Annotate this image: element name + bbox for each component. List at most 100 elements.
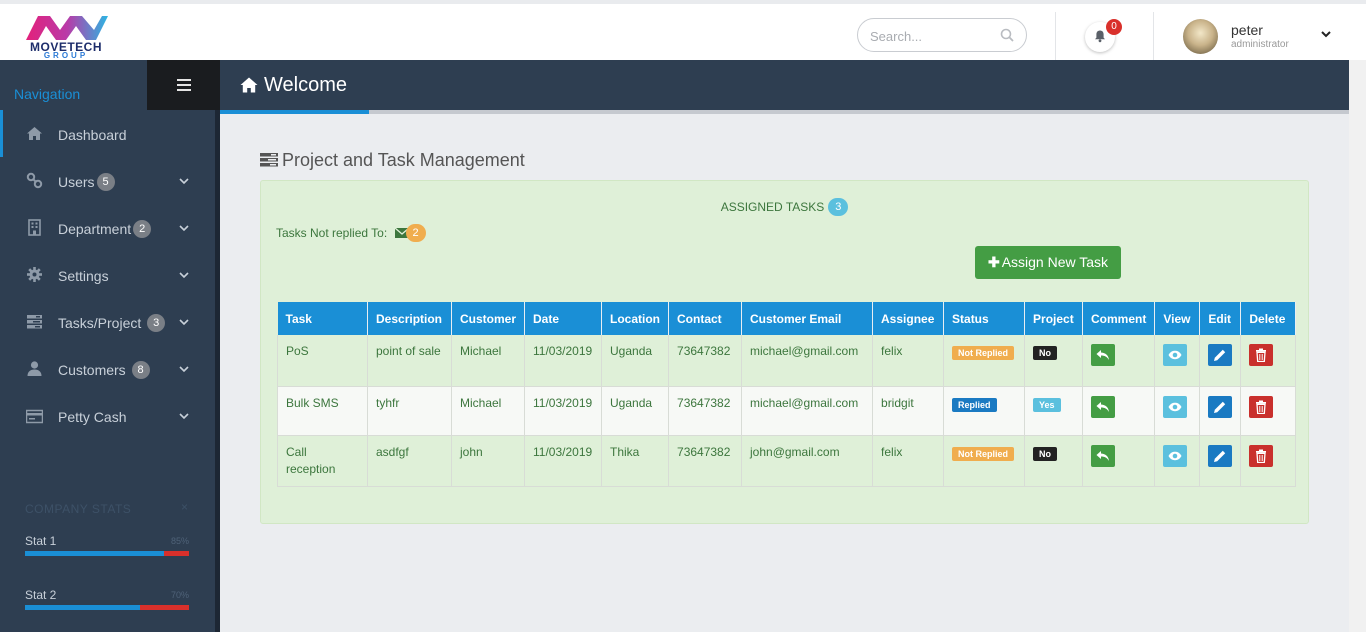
chevron-down-icon[interactable] bbox=[1320, 28, 1332, 40]
top-header: MOVETECH GROUP 0 peter administrator bbox=[0, 0, 1366, 60]
sidebar-item-label: Settings bbox=[58, 268, 109, 284]
sidebar-item-label: Department 2 bbox=[58, 220, 152, 239]
view-button[interactable] bbox=[1163, 395, 1188, 418]
tasks-panel: ASSIGNED TASKS 3 Tasks Not replied To: 2 … bbox=[260, 180, 1309, 524]
edit-button[interactable] bbox=[1208, 395, 1233, 418]
sidebar-item-tasks-project[interactable]: Tasks/Project 3 bbox=[0, 298, 215, 345]
view-button[interactable] bbox=[1163, 344, 1188, 366]
search-icon[interactable] bbox=[1000, 28, 1014, 42]
eye-icon bbox=[1168, 451, 1182, 460]
assign-new-task-button[interactable]: ✚ Assign New Task bbox=[975, 246, 1121, 279]
user-role: administrator bbox=[1231, 39, 1289, 50]
delete-button[interactable] bbox=[1249, 344, 1274, 366]
cell-project: No bbox=[1024, 335, 1084, 387]
column-header[interactable]: Comment bbox=[1082, 302, 1156, 335]
notification-count-badge: 0 bbox=[1106, 19, 1122, 35]
delete-button[interactable] bbox=[1249, 444, 1274, 467]
cell-comment bbox=[1082, 335, 1156, 387]
column-header[interactable]: Contact bbox=[668, 302, 743, 335]
view-button[interactable] bbox=[1163, 444, 1188, 467]
stat-progress-bar bbox=[25, 605, 189, 610]
sidebar-item-department[interactable]: Department 2 bbox=[0, 204, 215, 251]
cell-location: Uganda bbox=[601, 386, 670, 436]
stat-label: Stat 1 bbox=[25, 534, 57, 548]
trash-icon bbox=[1256, 348, 1267, 362]
eye-icon bbox=[1168, 402, 1182, 411]
scrollbar[interactable] bbox=[1349, 60, 1366, 632]
sidebar-item-dashboard[interactable]: Dashboard bbox=[0, 110, 215, 157]
project-badge: No bbox=[1033, 446, 1058, 461]
section-title: Project and Task Management bbox=[260, 150, 525, 171]
sidebar-item-users[interactable]: Users 5 bbox=[0, 157, 215, 204]
edit-button[interactable] bbox=[1208, 344, 1233, 366]
chevron-down-icon bbox=[179, 178, 189, 185]
page-header: Welcome bbox=[220, 60, 1349, 110]
sidebar-item-settings[interactable]: Settings bbox=[0, 251, 215, 298]
project-badge: No bbox=[1033, 346, 1058, 360]
column-header[interactable]: Delete bbox=[1240, 302, 1297, 335]
chevron-down-icon bbox=[179, 366, 189, 373]
header-strip-active bbox=[220, 110, 369, 114]
sidebar-item-label: Users 5 bbox=[58, 173, 115, 192]
column-header[interactable]: Description bbox=[367, 302, 452, 335]
cell-status: Not Replied bbox=[943, 435, 1026, 487]
column-header[interactable]: Customer Email bbox=[741, 302, 874, 335]
column-header[interactable]: Date bbox=[524, 302, 603, 335]
cell-status: Replied bbox=[943, 386, 1026, 436]
column-header[interactable]: Edit bbox=[1199, 302, 1242, 335]
sidebar: Navigation Dashboard Users 5 Department … bbox=[0, 60, 220, 632]
comment-button[interactable] bbox=[1091, 395, 1116, 418]
sidebar-item-petty-cash[interactable]: Petty Cash bbox=[0, 392, 215, 439]
sidebar-menu: Dashboard Users 5 Department 2 Settings … bbox=[0, 110, 215, 439]
comment-button[interactable] bbox=[1091, 444, 1116, 467]
column-header[interactable]: Task bbox=[277, 302, 368, 335]
cell-delete bbox=[1240, 386, 1297, 436]
cell-date: 11/03/2019 bbox=[524, 435, 603, 487]
not-replied-count-badge: 2 bbox=[405, 224, 426, 242]
cell-date: 11/03/2019 bbox=[524, 335, 603, 387]
assigned-tasks-header: ASSIGNED TASKS 3 bbox=[261, 198, 1308, 216]
table-row: PoS point of sale Michael 11/03/2019 Uga… bbox=[277, 335, 1297, 387]
header-divider bbox=[1055, 12, 1056, 60]
pencil-icon bbox=[1214, 401, 1226, 413]
count-badge: 3 bbox=[147, 314, 166, 333]
cell-contact: 73647382 bbox=[668, 335, 743, 387]
column-header[interactable]: Project bbox=[1024, 302, 1084, 335]
cell-contact: 73647382 bbox=[668, 435, 743, 487]
table-row: Call reception asdfgf john 11/03/2019 Th… bbox=[277, 435, 1297, 487]
page-title: Welcome bbox=[264, 74, 347, 96]
comment-button[interactable] bbox=[1091, 344, 1116, 366]
stat-progress-bar bbox=[25, 551, 189, 556]
cell-delete bbox=[1240, 335, 1297, 387]
sidebar-item-customers[interactable]: Customers 8 bbox=[0, 345, 215, 392]
chevron-down-icon bbox=[179, 319, 189, 326]
pencil-icon bbox=[1214, 450, 1226, 462]
cell-edit bbox=[1199, 386, 1242, 436]
reply-icon bbox=[1096, 450, 1110, 461]
company-logo[interactable]: MOVETECH GROUP bbox=[14, 14, 118, 62]
user-name[interactable]: peter bbox=[1231, 22, 1263, 38]
status-badge: Not Replied bbox=[952, 446, 1015, 461]
stat-percent: 85% bbox=[170, 536, 189, 546]
cell-assignee: bridgit bbox=[872, 386, 945, 436]
delete-button[interactable] bbox=[1249, 395, 1274, 418]
chevron-down-icon bbox=[179, 413, 189, 420]
search-input[interactable] bbox=[870, 27, 995, 45]
column-header[interactable]: Customer bbox=[451, 302, 526, 335]
cell-assignee: felix bbox=[872, 435, 945, 487]
avatar[interactable] bbox=[1183, 19, 1218, 54]
home-icon bbox=[27, 127, 42, 140]
pencil-icon bbox=[1214, 349, 1226, 361]
menu-toggle-button[interactable] bbox=[147, 60, 220, 110]
cell-status: Not Replied bbox=[943, 335, 1026, 387]
column-header[interactable]: Location bbox=[601, 302, 670, 335]
header-divider bbox=[1153, 12, 1154, 60]
column-header[interactable]: Assignee bbox=[872, 302, 945, 335]
edit-button[interactable] bbox=[1208, 444, 1233, 467]
column-header[interactable]: View bbox=[1154, 302, 1201, 335]
cell-task: Bulk SMS bbox=[277, 386, 368, 436]
chevron-down-icon bbox=[179, 225, 189, 232]
column-header[interactable]: Status bbox=[943, 302, 1026, 335]
close-icon[interactable]: × bbox=[181, 500, 188, 514]
not-replied-summary: Tasks Not replied To: 2 bbox=[276, 224, 426, 242]
